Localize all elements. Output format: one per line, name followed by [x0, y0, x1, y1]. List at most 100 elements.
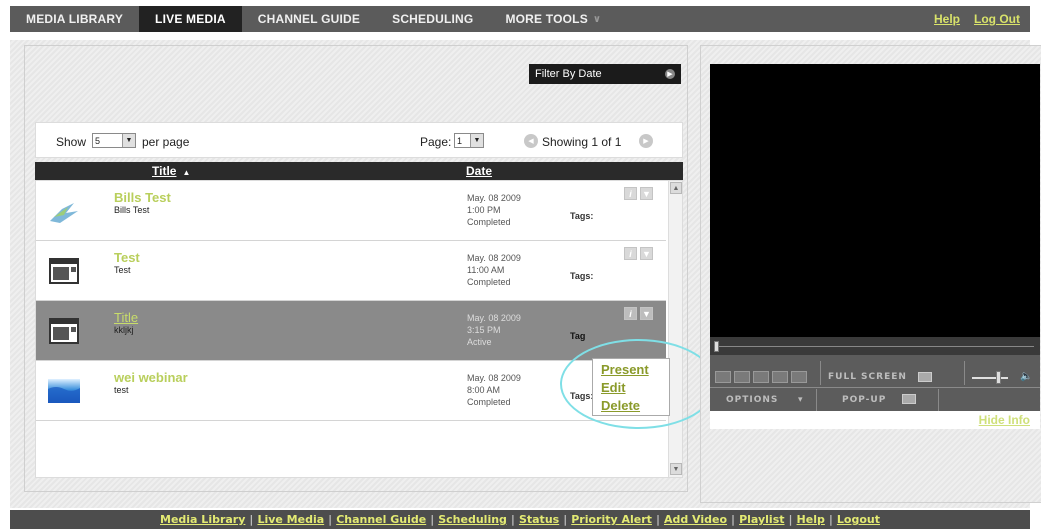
item-title[interactable]: Bills Test [114, 190, 171, 205]
item-title[interactable]: wei webinar [114, 370, 188, 385]
item-actions: i ▼ [624, 307, 653, 320]
footer-status-link[interactable]: Status [519, 513, 559, 526]
player-panel: FULL SCREEN 🔈 OPTIONS ▾ POP-UP Hide Info [700, 45, 1041, 503]
item-title[interactable]: Test [114, 250, 140, 265]
footer-help-link[interactable]: Help [797, 513, 825, 526]
footer-channel-guide-link[interactable]: Channel Guide [336, 513, 426, 526]
tab-media-library[interactable]: MEDIA LIBRARY [10, 6, 139, 32]
volume-slider[interactable] [996, 371, 1001, 384]
item-date-day: May. 08 2009 [467, 313, 521, 323]
popup-icon [902, 394, 916, 404]
tab-scheduling[interactable]: SCHEDULING [376, 6, 489, 32]
delete-menu-item[interactable]: Delete [601, 397, 661, 415]
item-date-time: 8:00 AM [467, 385, 501, 395]
list-header: Title ▲ Date [35, 162, 683, 180]
per-page-select[interactable]: 5 ▼ [92, 133, 136, 148]
footer-links: Media Library | Live Media | Channel Guide… [10, 510, 1030, 529]
window-icon [49, 258, 79, 284]
item-actions: i ▼ [624, 187, 653, 200]
divider [820, 361, 821, 385]
item-date-time: 3:15 PM [467, 325, 501, 335]
player-controls: FULL SCREEN 🔈 OPTIONS ▾ POP-UP [710, 355, 1040, 411]
title-column-header[interactable]: Title ▲ [152, 164, 190, 178]
separator: | [655, 513, 660, 526]
show-label: Show [56, 135, 87, 149]
list-item[interactable]: Bills Test Bills Test May. 08 2009 1:00 … [36, 181, 666, 241]
options-button[interactable]: OPTIONS [726, 395, 778, 405]
footer-logout-link[interactable]: Logout [837, 513, 880, 526]
pause-icon[interactable] [734, 371, 750, 383]
list-controls: Show 5 ▼ per page Page: 1 ▼ ◀ Showing 1 … [35, 122, 683, 158]
forward-icon[interactable] [791, 371, 807, 383]
footer-add-video-link[interactable]: Add Video [664, 513, 727, 526]
separator: | [430, 513, 435, 526]
per-page-value: 5 [95, 135, 101, 146]
arrow-right-icon: ▶ [665, 69, 675, 79]
item-status: Completed [467, 397, 511, 407]
info-icon[interactable]: i [624, 247, 637, 260]
speaker-icon[interactable]: 🔈 [1020, 371, 1032, 382]
tab-channel-guide[interactable]: CHANNEL GUIDE [242, 6, 376, 32]
page-select[interactable]: 1 ▼ [454, 133, 484, 148]
info-icon[interactable]: i [624, 187, 637, 200]
item-date-time: 1:00 PM [467, 205, 501, 215]
fullscreen-button[interactable]: FULL SCREEN [828, 372, 907, 382]
footer-live-media-link[interactable]: Live Media [257, 513, 324, 526]
info-icon[interactable]: i [624, 307, 637, 320]
tab-more-tools-label: MORE TOOLS [505, 12, 588, 26]
scroll-down-button[interactable]: ▼ [670, 463, 682, 475]
bird-icon [50, 203, 78, 223]
shield-icon[interactable]: ▼ [640, 247, 653, 260]
item-subtitle: test [114, 385, 129, 395]
list-item[interactable]: Title kkljkj May. 08 2009 3:15 PM Active… [36, 301, 666, 361]
stop-icon[interactable] [753, 371, 769, 383]
video-screen[interactable] [710, 64, 1040, 337]
separator: | [249, 513, 254, 526]
seek-bar[interactable] [710, 337, 1040, 355]
list-scrollbar[interactable]: ▲ ▼ [668, 181, 682, 477]
item-subtitle: Test [114, 265, 131, 275]
shield-icon[interactable]: ▼ [640, 307, 653, 320]
item-status: Active [467, 337, 492, 347]
rewind-icon[interactable] [715, 371, 731, 383]
help-link[interactable]: Help [934, 12, 960, 26]
present-menu-item[interactable]: Present [601, 361, 661, 379]
list-item[interactable]: Test Test May. 08 2009 11:00 AM Complete… [36, 241, 666, 301]
edit-menu-item[interactable]: Edit [601, 379, 661, 397]
item-subtitle: Bills Test [114, 205, 150, 215]
wave-image [48, 379, 80, 403]
hide-info-link[interactable]: Hide Info [979, 413, 1030, 427]
item-date-day: May. 08 2009 [467, 373, 521, 383]
separator: | [788, 513, 793, 526]
page-label: Page: [420, 135, 452, 149]
scroll-up-button[interactable]: ▲ [670, 182, 682, 194]
prev-page-button[interactable]: ◀ [524, 134, 538, 148]
list-item[interactable]: wei webinar test May. 08 2009 8:00 AM Co… [36, 361, 666, 421]
per-page-label: per page [142, 135, 190, 149]
footer-playlist-link[interactable]: Playlist [739, 513, 784, 526]
footer-scheduling-link[interactable]: Scheduling [438, 513, 507, 526]
item-tags-label: Tags: [570, 391, 594, 401]
next-page-button[interactable]: ▶ [639, 134, 653, 148]
logout-link[interactable]: Log Out [974, 12, 1020, 26]
fullscreen-icon [918, 372, 932, 382]
filter-label: Filter By Date [535, 68, 602, 80]
nav-user-links: Help Log Out [934, 6, 1030, 32]
footer-media-library-link[interactable]: Media Library [160, 513, 245, 526]
item-title[interactable]: Title [114, 310, 138, 325]
filter-by-date-button[interactable]: Filter By Date ▶ [529, 64, 681, 84]
date-column-header[interactable]: Date [466, 164, 492, 178]
context-menu: Present Edit Delete [592, 358, 670, 416]
main-panel: Filter By Date ▶ Show 5 ▼ per page Page:… [10, 40, 1041, 508]
item-date: May. 08 2009 1:00 PM Completed [467, 192, 521, 228]
seek-handle[interactable] [714, 341, 719, 352]
shield-icon[interactable]: ▼ [640, 187, 653, 200]
tab-more-tools[interactable]: MORE TOOLS ∨ [489, 6, 617, 32]
tab-live-media[interactable]: LIVE MEDIA [139, 6, 242, 32]
item-subtitle: kkljkj [114, 325, 134, 335]
footer-priority-alert-link[interactable]: Priority Alert [571, 513, 652, 526]
separator: | [563, 513, 568, 526]
separator: | [510, 513, 515, 526]
popup-button[interactable]: POP-UP [842, 395, 886, 405]
play-icon[interactable] [772, 371, 788, 383]
